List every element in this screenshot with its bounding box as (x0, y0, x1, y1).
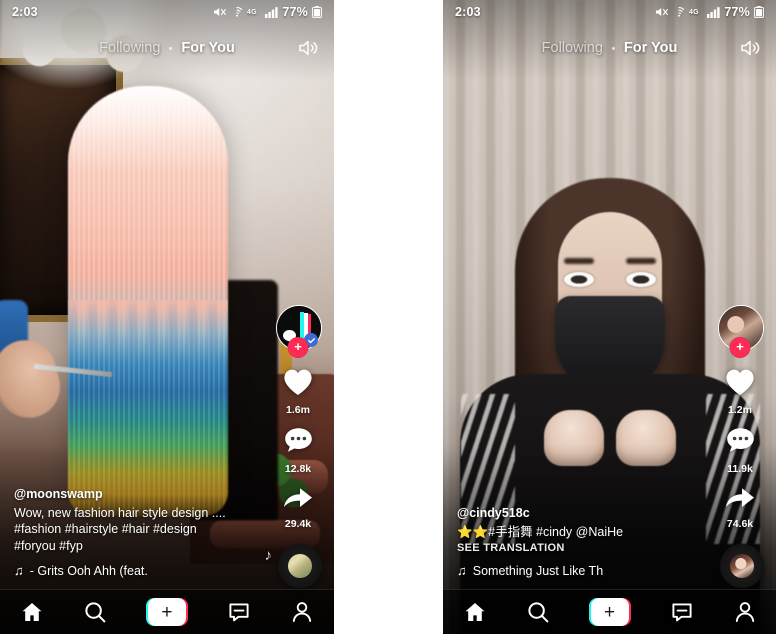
screenshot-stage: 2:03 4G 77% Following For You + 1.6m 12.… (0, 0, 776, 640)
music-disc-cover (288, 554, 312, 578)
music-title: - Grits Ooh Ahh (feat. (29, 563, 148, 578)
comment-button[interactable]: 11.9k (725, 426, 756, 475)
like-count: 1.6m (286, 404, 310, 416)
description-text: ⭐⭐#手指舞 #cindy @NaiHe (457, 524, 624, 539)
share-arrow-icon (724, 485, 756, 516)
wifi-icon (673, 6, 685, 18)
wig-colorblock-texture (68, 300, 228, 370)
status-time: 2:03 (12, 5, 38, 19)
feed-tabs: Following For You (0, 34, 334, 62)
description-text: Wow, new fashion hair style design .... (14, 505, 226, 520)
tab-separator-dot (611, 46, 615, 50)
create-plus-icon: + (147, 598, 186, 626)
see-translation-button[interactable]: SEE TRANSLATION (457, 542, 689, 554)
share-button[interactable]: 74.6k (724, 485, 756, 530)
caption-block-right: @cindy518c ⭐⭐#手指舞 #cindy @NaiHe SEE TRAN… (457, 506, 689, 579)
tab-following[interactable]: Following (99, 40, 160, 56)
music-disc-button[interactable] (278, 544, 322, 588)
subject-eye-right-decor (625, 272, 656, 287)
phone-screenshot-left: 2:03 4G 77% Following For You + 1.6m 12.… (0, 0, 334, 634)
heart-icon (724, 367, 756, 402)
wifi-icon (231, 6, 243, 18)
action-rail-left: + 1.6m 12.8k 29.4k (270, 305, 326, 530)
status-time: 2:03 (455, 5, 481, 19)
avatar[interactable]: + (718, 305, 764, 358)
music-note-icon: ♫ (457, 563, 467, 578)
nav-create-button[interactable]: + (588, 598, 631, 626)
mute-icon (213, 6, 227, 18)
mute-icon (655, 6, 669, 18)
share-count: 29.4k (284, 518, 312, 530)
comment-button[interactable]: 12.8k (283, 426, 314, 475)
tab-following[interactable]: Following (542, 40, 603, 56)
floating-music-note-icon: ♪ (264, 547, 273, 564)
status-icons: 4G 77% (655, 5, 764, 19)
nav-create-button[interactable]: + (145, 598, 188, 626)
battery-percent: 77% (282, 5, 308, 19)
music-title: Something Just Like Th (472, 563, 604, 578)
bottom-nav-right: + (443, 589, 776, 634)
comment-icon (725, 426, 756, 461)
tab-for-you[interactable]: For You (624, 40, 677, 56)
battery-icon (312, 6, 322, 18)
music-row[interactable]: ♫ Something Just Like Th (457, 563, 689, 578)
avatar[interactable]: + (276, 305, 322, 358)
music-disc-cover (730, 554, 754, 578)
create-plus-icon: + (590, 598, 629, 626)
nav-home-button[interactable] (20, 600, 44, 624)
nav-discover-button[interactable] (83, 600, 107, 624)
comment-count: 11.9k (727, 463, 753, 475)
nav-home-button[interactable] (463, 600, 487, 624)
comment-icon (283, 426, 314, 461)
nav-profile-button[interactable] (290, 600, 314, 624)
status-bar: 2:03 4G 77% (443, 0, 776, 24)
signal-icon (265, 6, 278, 18)
tab-separator-dot (169, 46, 173, 50)
signal-icon (707, 6, 720, 18)
svg-text:4G: 4G (247, 9, 257, 16)
music-disc-button[interactable] (720, 544, 764, 588)
hashtags-line-1[interactable]: #fashion #hairstyle #hair #design (14, 521, 246, 538)
video-description: Wow, new fashion hair style design .... … (14, 505, 246, 555)
feed-tabs: Following For You (443, 34, 776, 62)
sound-on-icon[interactable] (738, 36, 762, 60)
like-button[interactable]: 1.6m (282, 367, 314, 416)
follow-button[interactable]: + (287, 337, 309, 358)
status-icons: 4G 77% (213, 5, 322, 19)
bottom-nav-left: + (0, 589, 334, 634)
like-count: 1.2m (728, 404, 752, 416)
stylist-hand-decor (0, 333, 67, 425)
video-description: ⭐⭐#手指舞 #cindy @NaiHe (457, 524, 689, 541)
battery-icon (754, 6, 764, 18)
share-button[interactable]: 29.4k (282, 485, 314, 530)
nav-inbox-button[interactable] (227, 600, 251, 624)
heart-icon (282, 367, 314, 402)
action-rail-right: + 1.2m 11.9k 74.6k (712, 305, 768, 530)
nav-inbox-button[interactable] (670, 600, 694, 624)
subject-brow-right-decor (625, 258, 656, 264)
phone-screenshot-right: 2:03 4G 77% Following For You + 1.2m 11.… (443, 0, 776, 634)
sound-on-icon[interactable] (296, 36, 320, 60)
lte-icon: 4G (247, 7, 261, 17)
lte-icon: 4G (689, 7, 703, 17)
tab-for-you[interactable]: For You (181, 40, 234, 56)
like-button[interactable]: 1.2m (724, 367, 756, 416)
username[interactable]: @cindy518c (457, 506, 689, 520)
status-bar: 2:03 4G 77% (0, 0, 334, 24)
share-arrow-icon (282, 485, 314, 516)
username[interactable]: @moonswamp (14, 487, 246, 501)
subject-eye-left-decor (563, 272, 594, 287)
music-note-icon: ♫ (14, 563, 24, 578)
hashtags-line-2[interactable]: #foryou #fyp (14, 538, 246, 555)
music-row[interactable]: ♫ - Grits Ooh Ahh (feat. (14, 563, 246, 578)
caption-block-left: @moonswamp Wow, new fashion hair style d… (14, 487, 246, 579)
comment-count: 12.8k (284, 463, 312, 475)
subject-brow-left-decor (563, 258, 594, 264)
follow-button[interactable]: + (729, 337, 751, 358)
share-count: 74.6k (726, 518, 754, 530)
svg-text:4G: 4G (689, 9, 699, 16)
battery-percent: 77% (724, 5, 750, 19)
nav-discover-button[interactable] (526, 600, 550, 624)
nav-profile-button[interactable] (733, 600, 757, 624)
